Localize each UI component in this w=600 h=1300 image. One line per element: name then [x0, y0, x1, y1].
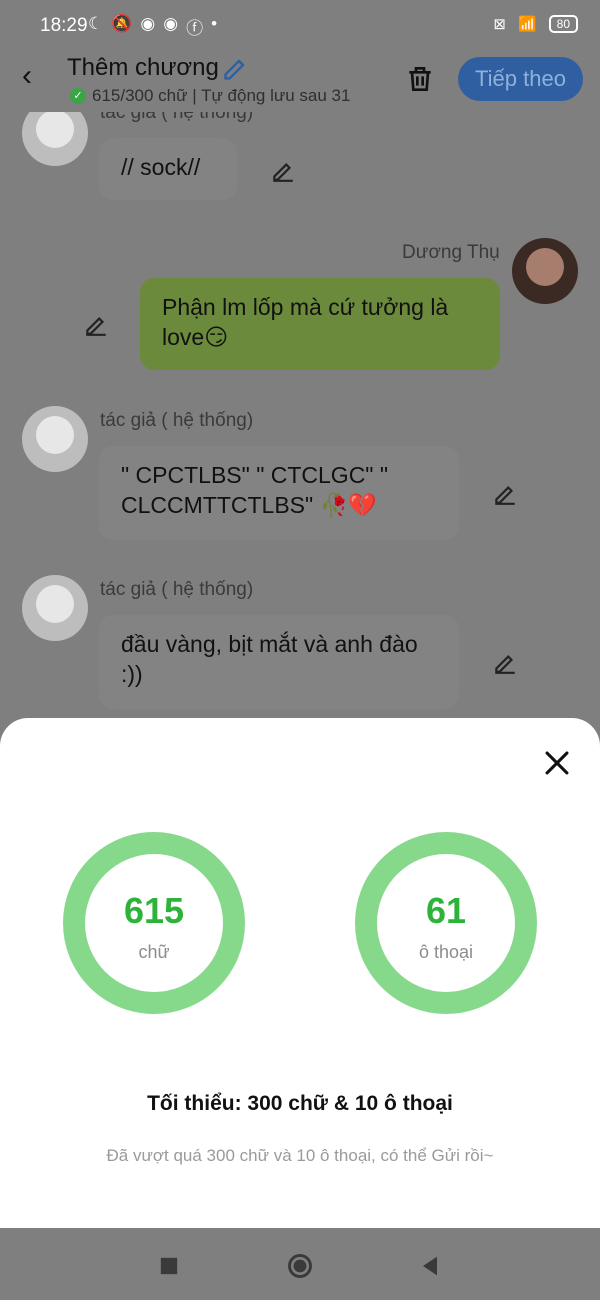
pencil-icon[interactable] — [222, 54, 250, 82]
message-sender: tác giả ( hệ thống) — [100, 579, 254, 600]
minimum-requirement: Tối thiểu: 300 chữ & 10 ô thoại — [147, 1092, 453, 1115]
words-ring: 615 chữ — [63, 832, 245, 1014]
save-status-text: 615/300 chữ | Tự động lưu sau 31 — [92, 86, 351, 105]
bell-off-icon: 🔕 — [111, 14, 133, 33]
message-sender: tác giả ( hệ thống) — [100, 112, 254, 123]
sim-icon: ⊠ — [493, 16, 506, 33]
back-button[interactable]: ‹ — [22, 61, 48, 91]
message-bubble[interactable]: // sock// — [99, 138, 237, 200]
home-button[interactable] — [286, 1252, 314, 1280]
dot-icon: • — [211, 14, 218, 33]
status-icons: ☾ 🔕 ◉ ◉ ⓕ • — [88, 14, 217, 39]
wifi-icon: 📶 — [517, 16, 537, 33]
words-count: 615 — [123, 890, 185, 931]
message-sender: Dương Thụ — [402, 242, 500, 263]
status-bar: 18:29 ☾ 🔕 ◉ ◉ ⓕ • ⊠ 📶 80 — [0, 0, 600, 52]
pencil-icon[interactable] — [492, 649, 518, 675]
close-icon[interactable] — [540, 746, 574, 780]
message-sender: tác giả ( hệ thống) — [100, 410, 254, 431]
pencil-icon[interactable] — [270, 157, 296, 183]
avatar — [22, 575, 88, 641]
avatar — [512, 238, 578, 304]
requirement-info: Đã vượt quá 300 chữ và 10 ô thoại, có th… — [106, 1146, 494, 1165]
pencil-icon[interactable] — [492, 480, 518, 506]
chat-area: tác giả ( hệ thống) // sock// Dương Thụ … — [0, 112, 600, 718]
moon-icon: ☾ — [88, 14, 104, 33]
check-icon: ✓ — [70, 88, 86, 104]
message-bubble[interactable]: " CPCTLBS" " CTCLGC" " CLCCMTTCTLBS" 🥀💔 — [99, 446, 459, 540]
dialogs-label: ô thoại — [418, 942, 474, 962]
recent-apps-button[interactable] — [155, 1252, 183, 1280]
app-header: ‹ Thêm chương ✓ 615/300 chữ | Tự động lư… — [0, 52, 600, 112]
avatar — [22, 112, 88, 166]
dialogs-ring: 61 ô thoại — [355, 832, 537, 1014]
words-label: chữ — [138, 942, 170, 962]
avatar — [22, 406, 88, 472]
status-right: ⊠ 📶 80 — [493, 15, 578, 33]
dialogs-count: 61 — [425, 890, 467, 931]
battery-level: 80 — [548, 15, 578, 33]
messenger-icon: ◉ — [163, 14, 179, 33]
back-nav-button[interactable] — [416, 1252, 444, 1280]
next-button[interactable]: Tiếp theo — [458, 57, 583, 101]
system-nav-bar — [0, 1228, 600, 1300]
save-status: ✓ 615/300 chữ | Tự động lưu sau 31 — [70, 86, 350, 106]
facebook-icon: ⓕ — [186, 19, 204, 38]
pencil-icon[interactable] — [83, 311, 109, 337]
trash-icon[interactable] — [404, 62, 436, 96]
message-bubble[interactable]: đầu vàng, bịt mắt và anh đào :)) — [99, 615, 459, 709]
page-title: Thêm chương — [67, 54, 219, 81]
messenger-icon: ◉ — [140, 14, 156, 33]
status-time: 18:29 — [40, 15, 88, 36]
message-bubble[interactable]: Phận lm lốp mà cứ tưởng là love😏 — [140, 278, 500, 370]
stats-sheet: 615 chữ 61 ô thoại Tối thiểu: 300 chữ & … — [0, 718, 600, 1228]
